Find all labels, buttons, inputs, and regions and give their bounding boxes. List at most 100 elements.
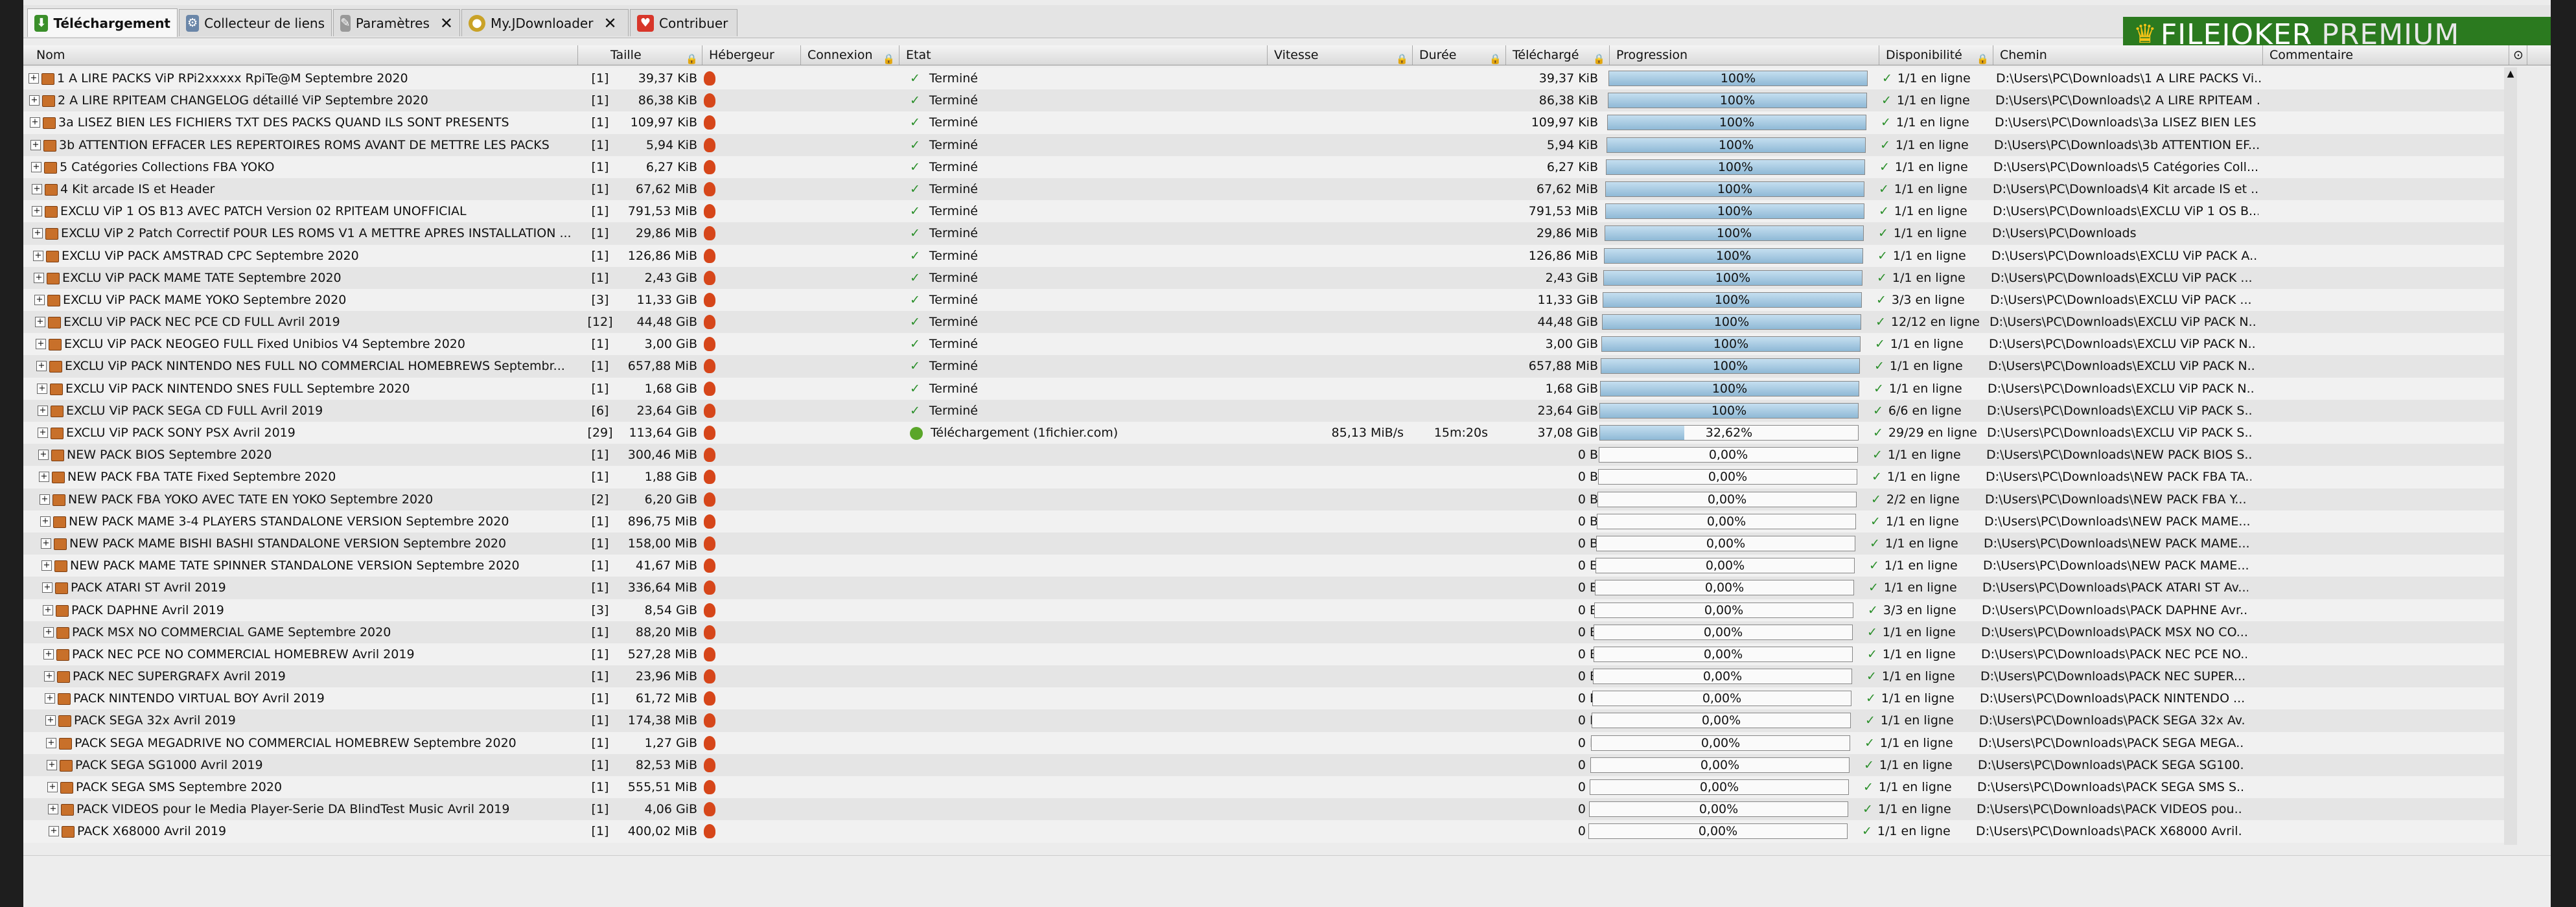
expand-icon[interactable]: +: [39, 472, 49, 483]
table-row[interactable]: + PACK NEC PCE NO COMMERCIAL HOMEBREW Avr…: [23, 643, 2512, 666]
col-telecharge[interactable]: Téléchargé 🔒: [1506, 45, 1610, 65]
progress-percent: 100%: [1717, 181, 1753, 196]
col-vitesse[interactable]: Vitesse 🔒: [1268, 45, 1413, 65]
table-row[interactable]: + NEW PACK FBA TATE Fixed Septembre 2020 […: [23, 466, 2512, 488]
row-size: 1,27 GiB: [644, 735, 697, 750]
expand-icon[interactable]: +: [38, 405, 48, 416]
expand-icon[interactable]: +: [30, 117, 40, 128]
col-connexion[interactable]: Connexion 🔒: [801, 45, 899, 65]
column-settings-icon[interactable]: ⊙: [2509, 45, 2527, 65]
tab-collecteur[interactable]: ⚙ Collecteur de liens: [179, 9, 332, 36]
expand-icon[interactable]: +: [43, 604, 53, 615]
table-row[interactable]: +3b ATTENTION EFFACER LES REPERTOIRES RO…: [23, 133, 2512, 156]
expand-icon[interactable]: +: [37, 383, 47, 394]
table-row[interactable]: + NEW PACK BIOS Septembre 2020 [1] 300,46 M…: [23, 444, 2512, 466]
table-row[interactable]: + EXCLU ViP PACK SONY PSX Avril 2019 [29] 1…: [23, 422, 2512, 444]
expand-icon[interactable]: +: [41, 560, 52, 571]
expand-icon[interactable]: +: [40, 516, 51, 527]
table-row[interactable]: + EXCLU ViP PACK SEGA CD FULL Avril 2019 […: [23, 399, 2512, 422]
table-row[interactable]: + PACK ATARI ST Avril 2019 [1] 336,64 MiB 0 …: [23, 577, 2512, 599]
expand-icon[interactable]: +: [45, 715, 56, 726]
table-row[interactable]: +3a LISEZ BIEN LES FICHIERS TXT DES PACK…: [23, 111, 2512, 134]
table-row[interactable]: + NEW PACK MAME 3-4 PLAYERS STANDALONE VE…: [23, 510, 2512, 533]
hoster-icon: [704, 625, 715, 639]
table-row[interactable]: +1 A LIRE PACKS ViP RPi2xxxxx RpiTe@M Se…: [23, 67, 2512, 90]
expand-icon[interactable]: +: [43, 626, 54, 637]
expand-icon[interactable]: +: [47, 782, 58, 792]
table-row[interactable]: + PACK X68000 Avril 2019 [1] 400,02 MiB 0 B 0…: [23, 820, 2512, 843]
expand-icon[interactable]: +: [45, 693, 55, 704]
expand-icon[interactable]: +: [41, 538, 51, 549]
tab-telechargement[interactable]: ⬇ Téléchargement: [27, 8, 178, 37]
expand-icon[interactable]: +: [46, 737, 56, 748]
table-row[interactable]: + EXCLU ViP PACK NINTENDO NES FULL NO COM…: [23, 355, 2512, 378]
table-row[interactable]: + PACK SEGA 32x Avril 2019 [1] 174,38 MiB 0 …: [23, 709, 2512, 732]
expand-icon[interactable]: +: [36, 339, 46, 350]
table-row[interactable]: + NEW PACK FBA YOKO AVEC TATE EN YOKO Sep…: [23, 488, 2512, 511]
table-row[interactable]: + PACK VIDEOS pour le Media Player-Serie …: [23, 798, 2512, 821]
row-status-text: Terminé: [929, 93, 978, 108]
expand-icon[interactable]: +: [42, 582, 52, 593]
close-icon[interactable]: ✕: [603, 14, 616, 32]
tab-myjdownloader[interactable]: ● My.JDownloader ✕: [461, 9, 629, 36]
row-duration: [1417, 178, 1488, 200]
col-chemin[interactable]: Chemin: [1993, 45, 2263, 65]
table-row[interactable]: + PACK NEC SUPERGRAFX Avril 2019 [1] 23,96 …: [23, 665, 2512, 688]
expand-icon[interactable]: +: [33, 250, 43, 261]
row-availability-text: 1/1 en ligne: [1894, 204, 1967, 219]
col-commentaire[interactable]: Commentaire: [2263, 45, 2509, 65]
expand-icon[interactable]: +: [32, 206, 42, 217]
col-disponibilite[interactable]: Disponibilité 🔒: [1879, 45, 1993, 65]
row-speed: [1274, 156, 1404, 178]
table-row[interactable]: + EXCLU ViP PACK NEC PCE CD FULL Avril 20…: [23, 311, 2512, 334]
col-etat[interactable]: Etat: [899, 45, 1268, 65]
table-row[interactable]: + PACK NINTENDO VIRTUAL BOY Avril 2019 [1]…: [23, 687, 2512, 710]
col-hebergeur[interactable]: Hébergeur: [702, 45, 801, 65]
expand-icon[interactable]: +: [34, 294, 45, 305]
tab-parametres[interactable]: ✎ Paramètres ✕: [333, 9, 460, 36]
col-taille[interactable]: Taille 🔒: [578, 45, 702, 65]
close-icon[interactable]: ✕: [440, 14, 453, 32]
expand-icon[interactable]: +: [30, 139, 41, 150]
expand-icon[interactable]: +: [35, 317, 45, 328]
expand-icon[interactable]: +: [34, 272, 44, 283]
expand-icon[interactable]: +: [43, 649, 54, 660]
table-row[interactable]: + PACK DAPHNE Avril 2019 [3] 8,54 GiB 0 B 0,0…: [23, 599, 2512, 621]
expand-icon[interactable]: +: [29, 73, 39, 84]
table-row[interactable]: + PACK SEGA SG1000 Avril 2019 [1] 82,53 MiB…: [23, 753, 2512, 776]
table-row[interactable]: +2 A LIRE RPITEAM CHANGELOG détaillé ViP…: [23, 89, 2512, 112]
expand-icon[interactable]: +: [32, 228, 43, 239]
expand-icon[interactable]: +: [36, 361, 47, 372]
expand-icon[interactable]: +: [48, 804, 58, 815]
table-row[interactable]: + PACK SEGA SMS Septembre 2020 [1] 555,51 M…: [23, 776, 2512, 799]
table-row[interactable]: + PACK SEGA MEGADRIVE NO COMMERCIAL HOMEB…: [23, 731, 2512, 754]
table-row[interactable]: + EXCLU ViP PACK AMSTRAD CPC Septembre 20…: [23, 244, 2512, 267]
col-nom[interactable]: Nom: [23, 45, 578, 65]
vertical-scrollbar[interactable]: ▲: [2504, 67, 2517, 845]
expand-icon[interactable]: +: [49, 826, 59, 837]
table-row[interactable]: + EXCLU ViP PACK NINTENDO SNES FULL Septe…: [23, 377, 2512, 400]
tab-contribuer[interactable]: ♥ Contribuer: [630, 9, 737, 36]
table-row[interactable]: + EXCLU ViP 1 OS B13 AVEC PATCH Version 0…: [23, 200, 2512, 223]
expand-icon[interactable]: +: [40, 494, 50, 505]
table-row[interactable]: + EXCLU ViP PACK NEOGEO FULL Fixed Unibio…: [23, 333, 2512, 356]
table-row[interactable]: +5 Catégories Collections FBA YOKO [1] 6,2…: [23, 155, 2512, 178]
expand-icon[interactable]: +: [31, 161, 41, 172]
scroll-up-icon[interactable]: ▲: [2504, 67, 2517, 80]
expand-icon[interactable]: +: [38, 450, 49, 461]
table-row[interactable]: + EXCLU ViP PACK MAME TATE Septembre 2020…: [23, 266, 2512, 289]
table-row[interactable]: + EXCLU ViP 2 Patch Correctif POUR LES RO…: [23, 222, 2512, 245]
expand-icon[interactable]: +: [29, 95, 40, 106]
table-row[interactable]: + NEW PACK MAME BISHI BASHI STANDALONE VE…: [23, 532, 2512, 555]
col-progression[interactable]: Progression: [1610, 45, 1879, 65]
table-row[interactable]: + PACK MSX NO COMMERCIAL GAME Septembre 2…: [23, 621, 2512, 643]
expand-icon[interactable]: +: [38, 428, 48, 438]
expand-icon[interactable]: +: [47, 759, 57, 770]
table-row[interactable]: +4 Kit arcade IS et Header [1] 67,62 MiB ✓ T…: [23, 178, 2512, 201]
expand-icon[interactable]: +: [44, 671, 54, 682]
table-row[interactable]: + EXCLU ViP PACK MAME YOKO Septembre 2020…: [23, 288, 2512, 312]
table-row[interactable]: + NEW PACK MAME TATE SPINNER STANDALONE V…: [23, 555, 2512, 577]
expand-icon[interactable]: +: [32, 183, 42, 194]
col-duree[interactable]: Durée 🔒: [1413, 45, 1506, 65]
progress-bar: 0,00%: [1594, 624, 1853, 640]
